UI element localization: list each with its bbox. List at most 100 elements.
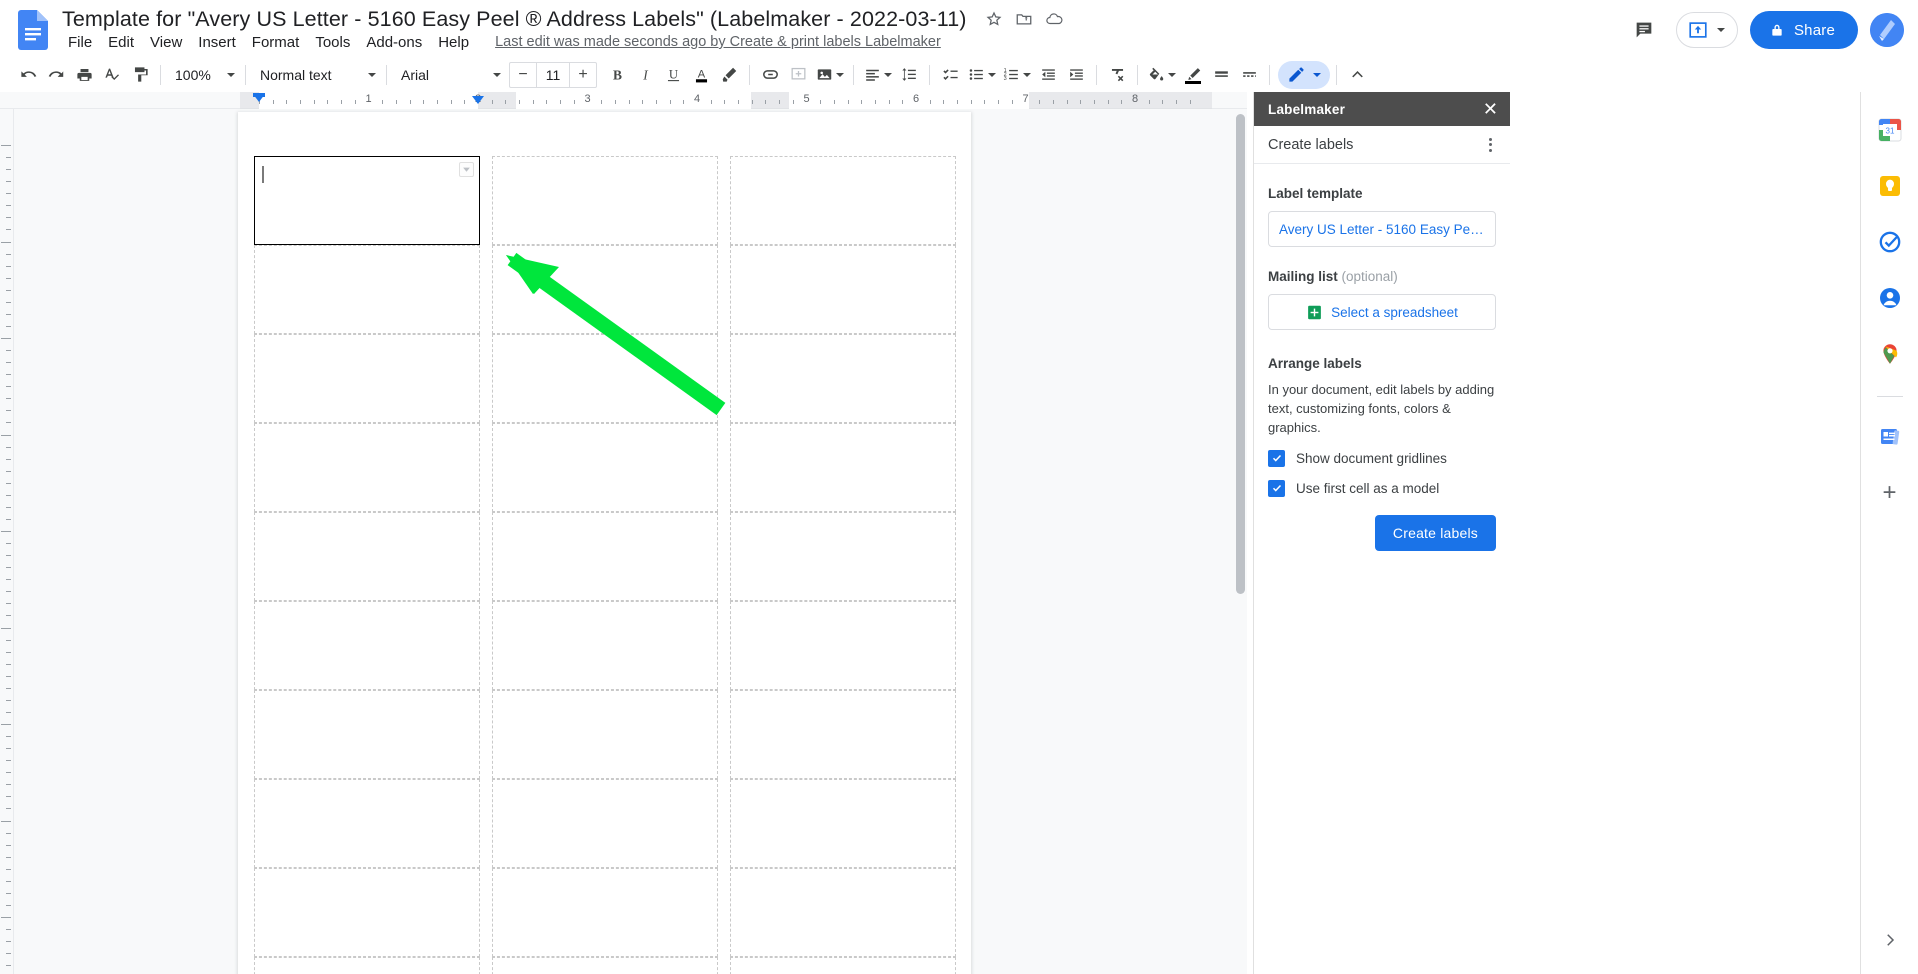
chevron-down-icon[interactable]: [1716, 28, 1725, 32]
last-edit-link[interactable]: Last edit was made seconds ago by Create…: [495, 34, 941, 50]
label-cell[interactable]: [254, 868, 480, 957]
google-calendar-icon[interactable]: 31: [1874, 114, 1906, 146]
insert-link-icon[interactable]: [756, 61, 784, 89]
page-title[interactable]: Template for "Avery US Letter - 5160 Eas…: [62, 7, 967, 32]
spellcheck-icon[interactable]: [98, 61, 126, 89]
label-cell[interactable]: [730, 423, 956, 512]
insert-image-icon[interactable]: [812, 61, 847, 89]
label-cell[interactable]: [492, 868, 718, 957]
text-color-button[interactable]: A: [687, 61, 715, 89]
expand-rail-icon[interactable]: [1874, 924, 1906, 956]
select-spreadsheet-button[interactable]: Select a spreadsheet: [1268, 294, 1496, 330]
bulleted-list-icon[interactable]: [964, 61, 999, 89]
label-cell[interactable]: [730, 512, 956, 601]
fill-color-icon[interactable]: [1144, 61, 1179, 89]
vertical-ruler[interactable]: [0, 109, 14, 974]
google-tasks-icon[interactable]: [1874, 226, 1906, 258]
first-line-indent-marker[interactable]: [253, 93, 265, 97]
menu-edit[interactable]: Edit: [100, 32, 142, 53]
chevron-down-icon[interactable]: [1168, 72, 1176, 77]
label-cell[interactable]: [254, 779, 480, 868]
font-size-input[interactable]: 11: [536, 62, 570, 87]
decrease-font-size-button[interactable]: −: [510, 63, 536, 87]
add-addon-button[interactable]: +: [1874, 477, 1906, 509]
label-cell[interactable]: [492, 334, 718, 423]
align-left-icon[interactable]: [860, 61, 895, 89]
label-cell[interactable]: [492, 957, 718, 974]
redo-icon[interactable]: [42, 61, 70, 89]
label-cell[interactable]: [492, 245, 718, 334]
paragraph-style-control[interactable]: Normal text: [252, 61, 380, 89]
chevron-down-icon[interactable]: [988, 72, 996, 77]
zoom-control[interactable]: 100%: [167, 61, 239, 89]
label-cell[interactable]: [254, 601, 480, 690]
increase-font-size-button[interactable]: +: [570, 63, 596, 87]
label-cell-selected[interactable]: [254, 156, 480, 245]
font-family-control[interactable]: Arial: [393, 61, 505, 89]
border-color-icon[interactable]: [1179, 61, 1207, 89]
label-cell[interactable]: [492, 156, 718, 245]
chevron-down-icon[interactable]: [836, 72, 844, 77]
google-contacts-icon[interactable]: [1874, 282, 1906, 314]
paint-format-icon[interactable]: [126, 61, 154, 89]
decrease-indent-icon[interactable]: [1034, 61, 1062, 89]
font-size-stepper[interactable]: − 11 +: [509, 61, 597, 88]
increase-indent-icon[interactable]: [1062, 61, 1090, 89]
border-dash-icon[interactable]: [1235, 61, 1263, 89]
bold-button[interactable]: B: [603, 61, 631, 89]
label-cell[interactable]: [730, 779, 956, 868]
label-cell[interactable]: [254, 423, 480, 512]
menu-format[interactable]: Format: [244, 32, 308, 53]
label-grid[interactable]: [254, 156, 956, 974]
close-icon[interactable]: ✕: [1483, 100, 1498, 118]
document-page[interactable]: [238, 112, 971, 974]
show-gridlines-checkbox[interactable]: [1268, 449, 1285, 467]
right-indent-marker[interactable]: [472, 96, 484, 104]
underline-button[interactable]: U: [659, 61, 687, 89]
label-template-picker[interactable]: Avery US Letter - 5160 Easy Peel ®…: [1268, 211, 1496, 247]
comment-history-icon[interactable]: [1624, 10, 1664, 50]
label-cell[interactable]: [254, 690, 480, 779]
star-icon[interactable]: [981, 6, 1007, 32]
cloud-saved-icon[interactable]: [1041, 6, 1067, 32]
label-cell[interactable]: [254, 512, 480, 601]
document-canvas[interactable]: [14, 109, 1247, 974]
label-cell[interactable]: [730, 868, 956, 957]
use-first-cell-row[interactable]: Use first cell as a model: [1268, 479, 1496, 497]
label-cell[interactable]: [730, 245, 956, 334]
clear-formatting-icon[interactable]: [1103, 61, 1131, 89]
show-gridlines-row[interactable]: Show document gridlines: [1268, 449, 1496, 467]
menu-tools[interactable]: Tools: [307, 32, 358, 53]
italic-button[interactable]: I: [631, 61, 659, 89]
menu-file[interactable]: File: [60, 32, 100, 53]
menu-help[interactable]: Help: [430, 32, 477, 53]
editing-mode-button[interactable]: [1278, 60, 1330, 89]
numbered-list-icon[interactable]: 123: [999, 61, 1034, 89]
checklist-icon[interactable]: [936, 61, 964, 89]
chevron-down-icon[interactable]: [884, 72, 892, 77]
label-cell[interactable]: [730, 601, 956, 690]
collapse-toolbar-icon[interactable]: [1343, 61, 1371, 89]
use-first-cell-checkbox[interactable]: [1268, 479, 1285, 497]
avatar[interactable]: [1870, 13, 1904, 47]
google-maps-icon[interactable]: [1874, 338, 1906, 370]
label-cell[interactable]: [492, 690, 718, 779]
label-cell[interactable]: [730, 156, 956, 245]
horizontal-ruler[interactable]: 12345678: [0, 92, 1247, 109]
label-cell[interactable]: [254, 957, 480, 974]
undo-icon[interactable]: [14, 61, 42, 89]
line-spacing-icon[interactable]: [895, 61, 923, 89]
labelmaker-addon-icon[interactable]: [1874, 421, 1906, 453]
share-button[interactable]: Share: [1749, 11, 1858, 49]
menu-view[interactable]: View: [142, 32, 190, 53]
label-cell[interactable]: [492, 423, 718, 512]
label-cell[interactable]: [492, 512, 718, 601]
label-cell[interactable]: [492, 601, 718, 690]
menu-insert[interactable]: Insert: [190, 32, 244, 53]
label-cell[interactable]: [254, 245, 480, 334]
label-cell[interactable]: [730, 334, 956, 423]
chevron-down-icon[interactable]: [1023, 72, 1031, 77]
border-width-icon[interactable]: [1207, 61, 1235, 89]
label-cell[interactable]: [730, 690, 956, 779]
cell-dropdown-icon[interactable]: [459, 162, 474, 177]
